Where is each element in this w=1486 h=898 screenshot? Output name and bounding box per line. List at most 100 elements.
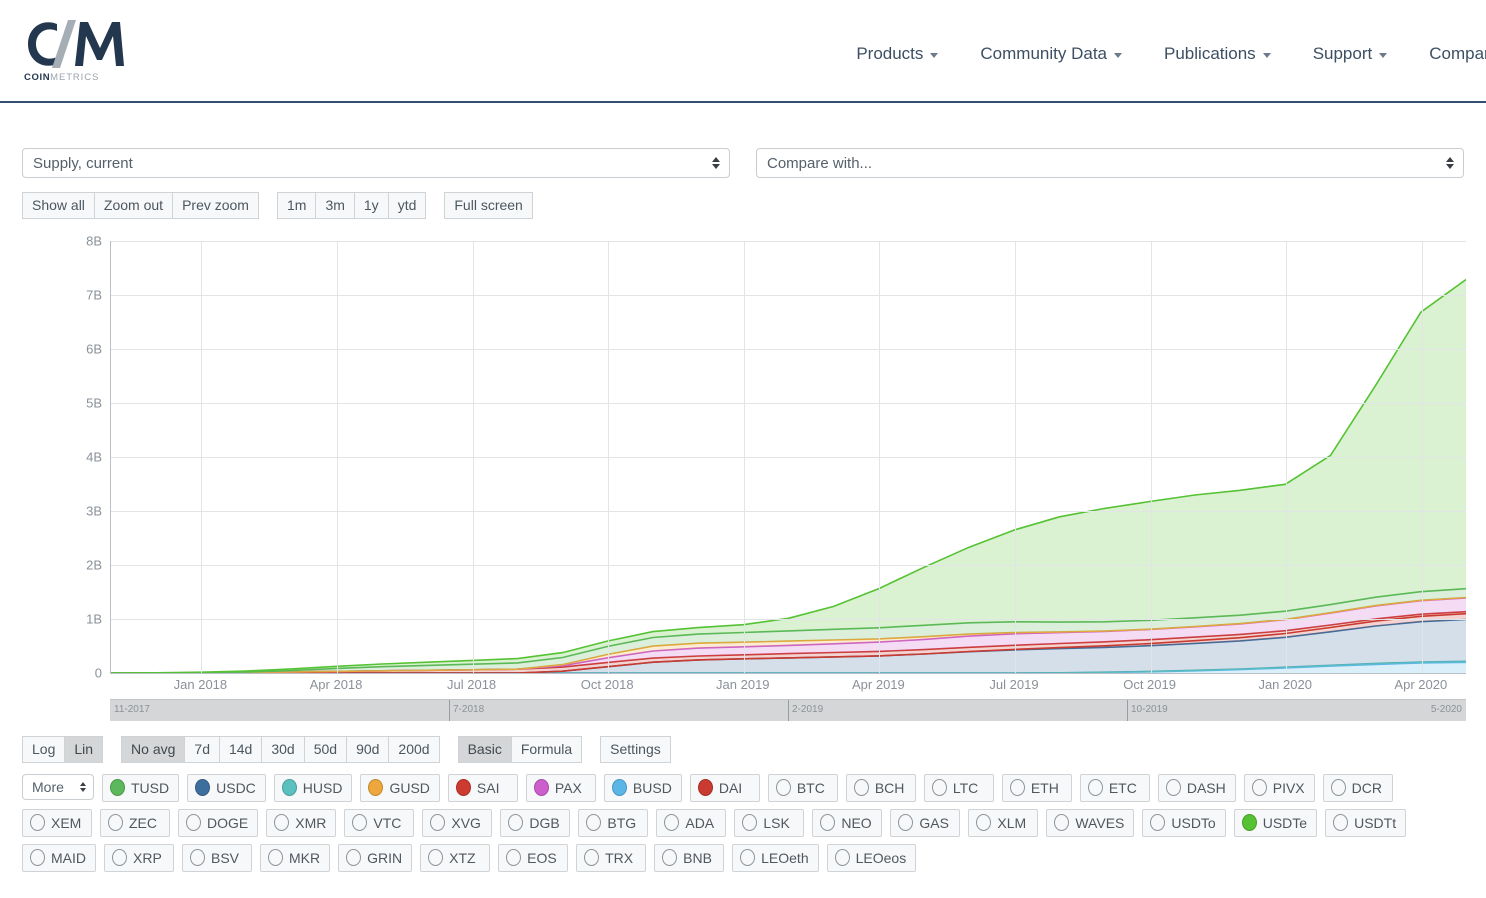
asset-color-dot-icon [430,814,446,831]
range-1y-button[interactable]: 1y [353,192,389,219]
avg-90d-button[interactable]: 90d [346,736,390,763]
asset-chip-zec[interactable]: ZEC [100,809,170,837]
more-assets-select[interactable]: More [22,774,94,800]
asset-chip-dash[interactable]: DASH [1157,774,1236,802]
asset-chip-mkr[interactable]: MKR [260,844,331,872]
mode-basic-button[interactable]: Basic [457,736,512,763]
asset-chip-bch[interactable]: BCH [845,774,916,802]
asset-chip-lsk[interactable]: LSK [734,809,805,837]
asset-color-dot-icon [1241,814,1257,831]
range-1m-button[interactable]: 1m [276,192,317,219]
avg-14d-button[interactable]: 14d [218,736,263,763]
moving-average-button-group: No avg 7d 14d 30d 50d 90d 200d [121,736,440,763]
chart-range-navigator[interactable]: 11-2017 7-2018 2-2019 10-2019 5-2020 [110,699,1466,721]
mode-formula-button[interactable]: Formula [510,736,583,763]
asset-chip-leoeos[interactable]: LEOeos [826,844,917,872]
asset-chip-etc[interactable]: ETC [1079,774,1150,802]
avg-none-button[interactable]: No avg [121,736,186,763]
nav-item-company[interactable]: Company [1408,44,1486,64]
metric-select[interactable]: Supply, current [22,148,730,178]
asset-chip-btg[interactable]: BTG [578,809,649,837]
asset-color-dot-icon [508,814,524,831]
navigator-tick [1127,700,1128,721]
avg-50d-button[interactable]: 50d [303,736,348,763]
avg-200d-button[interactable]: 200d [388,736,440,763]
asset-chip-dcr[interactable]: DCR [1322,774,1393,802]
asset-chip-xlm[interactable]: XLM [968,809,1039,837]
x-axis-labels: Jan 2018 Apr 2018 Jul 2018 Oct 2018 Jan 2019… [110,677,1466,699]
nav-item-publications[interactable]: Publications [1143,44,1292,64]
settings-button[interactable]: Settings [600,736,671,763]
prev-zoom-button[interactable]: Prev zoom [172,192,259,219]
asset-color-dot-icon [976,814,992,831]
coinmetrics-logo[interactable]: COINMETRICS [24,18,129,83]
asset-chip-label: USDC [216,779,256,796]
asset-chip-label: USDTt [1354,814,1397,831]
x-axis-tick-label: Jul 2018 [447,677,497,692]
asset-chip-dai[interactable]: DAI [689,774,760,802]
asset-chip-usdtt[interactable]: USDTt [1325,809,1407,837]
asset-chip-eos[interactable]: EOS [498,844,569,872]
asset-chip-xvg[interactable]: XVG [422,809,493,837]
asset-chip-vtc[interactable]: VTC [344,809,415,837]
asset-chip-grin[interactable]: GRIN [338,844,413,872]
asset-chip-label: PAX [554,779,582,796]
asset-chip-trx[interactable]: TRX [576,844,647,872]
asset-color-dot-icon [662,849,678,866]
asset-chip-usdto[interactable]: USDTo [1142,809,1226,837]
asset-chip-busd[interactable]: BUSD [603,774,682,802]
asset-chip-label: DAI [718,779,743,796]
range-ytd-button[interactable]: ytd [387,192,427,219]
nav-item-support[interactable]: Support [1292,44,1409,64]
asset-chip-maid[interactable]: MAID [22,844,96,872]
nav-label: Publications [1164,44,1256,63]
asset-chip-usdc[interactable]: USDC [187,774,266,802]
show-all-button[interactable]: Show all [22,192,95,219]
asset-chip-pivx[interactable]: PIVX [1243,774,1315,802]
asset-chip-label: XRP [133,849,162,866]
nav-label: Products [856,44,924,63]
asset-chip-xem[interactable]: XEM [22,809,92,837]
avg-7d-button[interactable]: 7d [184,736,220,763]
asset-chip-label: MAID [51,849,86,866]
asset-color-dot-icon [110,779,125,796]
asset-chip-xtz[interactable]: XTZ [420,844,491,872]
asset-chip-btc[interactable]: BTC [767,774,838,802]
asset-chip-waves[interactable]: WAVES [1046,809,1135,837]
compare-select[interactable]: Compare with... [756,148,1464,178]
asset-chip-bnb[interactable]: BNB [654,844,725,872]
asset-chip-dgb[interactable]: DGB [500,809,571,837]
asset-color-dot-icon [1165,779,1181,796]
avg-30d-button[interactable]: 30d [261,736,305,763]
asset-chip-ltc[interactable]: LTC [923,774,994,802]
asset-chip-husd[interactable]: HUSD [273,774,353,802]
asset-chip-gusd[interactable]: GUSD [360,774,440,802]
main-navigation: Products Community Data Publications Sup… [835,44,1486,64]
asset-chip-doge[interactable]: DOGE [178,809,259,837]
asset-chip-sai[interactable]: SAI [447,774,518,802]
zoom-out-button[interactable]: Zoom out [93,192,174,219]
asset-chip-neo[interactable]: NEO [812,809,883,837]
y-axis-tick-label: 3B [86,503,102,519]
asset-chip-ada[interactable]: ADA [656,809,727,837]
asset-chip-xrp[interactable]: XRP [104,844,174,872]
nav-item-community-data[interactable]: Community Data [959,44,1143,64]
scale-lin-button[interactable]: Lin [64,736,104,763]
nav-item-products[interactable]: Products [835,44,959,64]
asset-chip-usdte[interactable]: USDTe [1233,809,1318,837]
full-screen-button[interactable]: Full screen [444,192,533,219]
asset-chip-label: ADA [685,814,715,831]
asset-chip-tusd[interactable]: TUSD [102,774,180,802]
scale-log-button[interactable]: Log [22,736,66,763]
navigator-tick-label: 2-2019 [792,704,824,715]
asset-chip-gas[interactable]: GAS [890,809,961,837]
asset-chip-pax[interactable]: PAX [525,774,596,802]
chart-plot-area[interactable] [110,241,1466,674]
asset-chip-bsv[interactable]: BSV [182,844,252,872]
asset-chip-xmr[interactable]: XMR [266,809,337,837]
asset-chip-leoeth[interactable]: LEOeth [732,844,819,872]
x-gridline [1150,241,1152,673]
range-3m-button[interactable]: 3m [315,192,355,219]
asset-color-dot-icon [352,814,368,831]
asset-chip-eth[interactable]: ETH [1001,774,1072,802]
